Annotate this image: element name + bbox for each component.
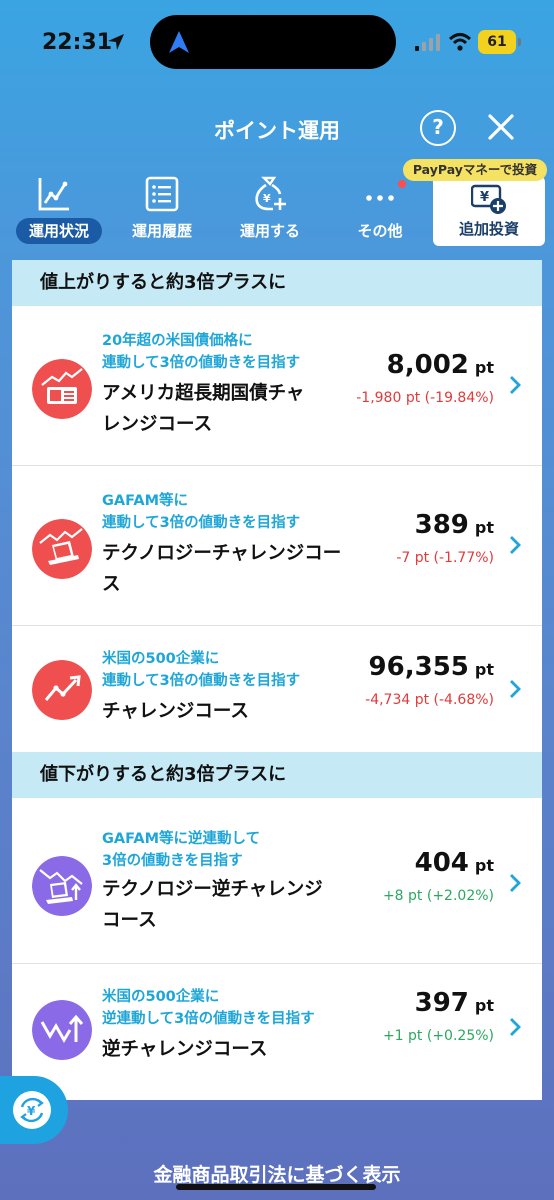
course-name: テクノロジーチャレンジコー ス bbox=[102, 543, 342, 595]
course-description: 20年超の米国債価格に 連動して3倍の値動きを目指す bbox=[102, 333, 301, 371]
svg-text:¥: ¥ bbox=[480, 190, 489, 205]
notification-dot bbox=[398, 180, 406, 188]
course-name: テクノロジー逆チャレンジ コース bbox=[102, 879, 323, 931]
tab-label: その他 bbox=[357, 222, 403, 240]
wifi-icon bbox=[448, 33, 472, 51]
course-row[interactable]: 米国の500企業に 逆連動して3倍の値動きを目指す 逆チャレンジコース 397 p… bbox=[12, 964, 542, 1100]
laptop-chart-icon bbox=[32, 519, 92, 579]
money-bag-plus-icon: ¥ bbox=[255, 176, 286, 211]
course-change: +8 pt (+2.02%) bbox=[382, 888, 494, 904]
home-indicator bbox=[176, 1184, 376, 1190]
tab-other[interactable]: その他 bbox=[332, 172, 428, 246]
laptop-inverse-icon bbox=[32, 856, 92, 916]
trend-up-icon bbox=[32, 660, 92, 720]
svg-text:¥: ¥ bbox=[27, 1104, 36, 1118]
course-points: 397 pt bbox=[414, 988, 494, 1018]
course-points: 404 pt bbox=[414, 848, 494, 878]
svg-text:¥: ¥ bbox=[263, 192, 271, 205]
page-title: ポイント運用 bbox=[214, 119, 340, 143]
section-header-up: 値上がりすると約3倍プラスに bbox=[12, 260, 542, 306]
course-description: 米国の500企業に 逆連動して3倍の値動きを目指す bbox=[102, 989, 315, 1027]
course-row[interactable]: GAFAM等に逆連動して 3倍の値動きを目指す テクノロジー逆チャレンジ コース… bbox=[12, 804, 542, 964]
location-arrow-icon bbox=[108, 34, 124, 50]
chevron-right-icon bbox=[510, 1018, 521, 1036]
tab-status[interactable]: 運用状況 bbox=[6, 172, 102, 246]
tab-invest[interactable]: ¥ 運用する bbox=[222, 172, 318, 246]
paypay-badge: PayPayマネーで投資 bbox=[403, 159, 547, 181]
course-row[interactable]: 20年超の米国債価格に 連動して3倍の値動きを目指す アメリカ超長期国債チャ レ… bbox=[12, 306, 542, 466]
exchange-float-button[interactable]: ¥ bbox=[0, 1076, 68, 1144]
tab-label: 運用履歴 bbox=[131, 222, 192, 240]
close-icon[interactable] bbox=[484, 110, 518, 144]
tab-label: 運用する bbox=[239, 222, 300, 240]
course-row[interactable]: GAFAM等に 連動して3倍の値動きを目指す テクノロジーチャレンジコー ス 3… bbox=[12, 466, 542, 626]
course-name: アメリカ超長期国債チャ レンジコース bbox=[102, 383, 305, 435]
legal-disclosure-link[interactable]: 金融商品取引法に基づく表示 bbox=[0, 1160, 554, 1187]
course-name: 逆チャレンジコース bbox=[102, 1039, 268, 1060]
course-name: チャレンジコース bbox=[102, 701, 249, 722]
yen-cycle-icon: ¥ bbox=[13, 1091, 51, 1129]
trend-inverse-icon bbox=[32, 1000, 92, 1060]
course-description: 米国の500企業に 連動して3倍の値動きを目指す bbox=[102, 651, 301, 689]
course-change: -1,980 pt (-19.84%) bbox=[356, 390, 494, 406]
chart-icon bbox=[38, 178, 69, 211]
course-change: -7 pt (-1.77%) bbox=[396, 550, 494, 566]
status-time: 22:31 bbox=[42, 30, 113, 55]
battery-indicator: 61 bbox=[478, 30, 516, 54]
add-invest-label: 追加投資 bbox=[458, 220, 519, 238]
course-points: 8,002 pt bbox=[386, 350, 494, 380]
chevron-right-icon bbox=[510, 680, 521, 698]
battery-nub bbox=[518, 38, 521, 46]
status-bar: 22:31 61 bbox=[0, 0, 554, 80]
course-row[interactable]: 米国の500企業に 連動して3倍の値動きを目指す チャレンジコース 96,355… bbox=[12, 626, 542, 752]
list-icon bbox=[145, 176, 179, 212]
signal-icon bbox=[415, 34, 440, 51]
chevron-right-icon bbox=[510, 376, 521, 394]
section-header-down: 値下がりすると約3倍プラスに bbox=[12, 752, 542, 798]
chevron-right-icon bbox=[510, 536, 521, 554]
add-invest-button[interactable]: ¥ 追加投資 bbox=[433, 176, 545, 246]
yen-card-plus-icon: ¥ bbox=[471, 184, 506, 214]
chevron-right-icon bbox=[510, 874, 521, 892]
course-description: GAFAM等に 連動して3倍の値動きを目指す bbox=[102, 493, 301, 531]
more-icon bbox=[366, 195, 394, 201]
tab-label: 運用状況 bbox=[16, 218, 102, 244]
course-list: 値上がりすると約3倍プラスに 20年超の米国債価格に 連動して3倍の値動きを目指… bbox=[12, 260, 542, 1100]
help-button[interactable]: ? bbox=[420, 110, 456, 146]
bond-chart-icon bbox=[32, 359, 92, 419]
course-change: +1 pt (+0.25%) bbox=[382, 1028, 494, 1044]
navigation-icon bbox=[169, 31, 189, 53]
course-points: 389 pt bbox=[414, 510, 494, 540]
tab-history[interactable]: 運用履歴 bbox=[114, 172, 210, 246]
course-change: -4,734 pt (-4.68%) bbox=[365, 692, 494, 708]
course-points: 96,355 pt bbox=[368, 652, 494, 682]
course-description: GAFAM等に逆連動して 3倍の値動きを目指す bbox=[102, 831, 261, 869]
